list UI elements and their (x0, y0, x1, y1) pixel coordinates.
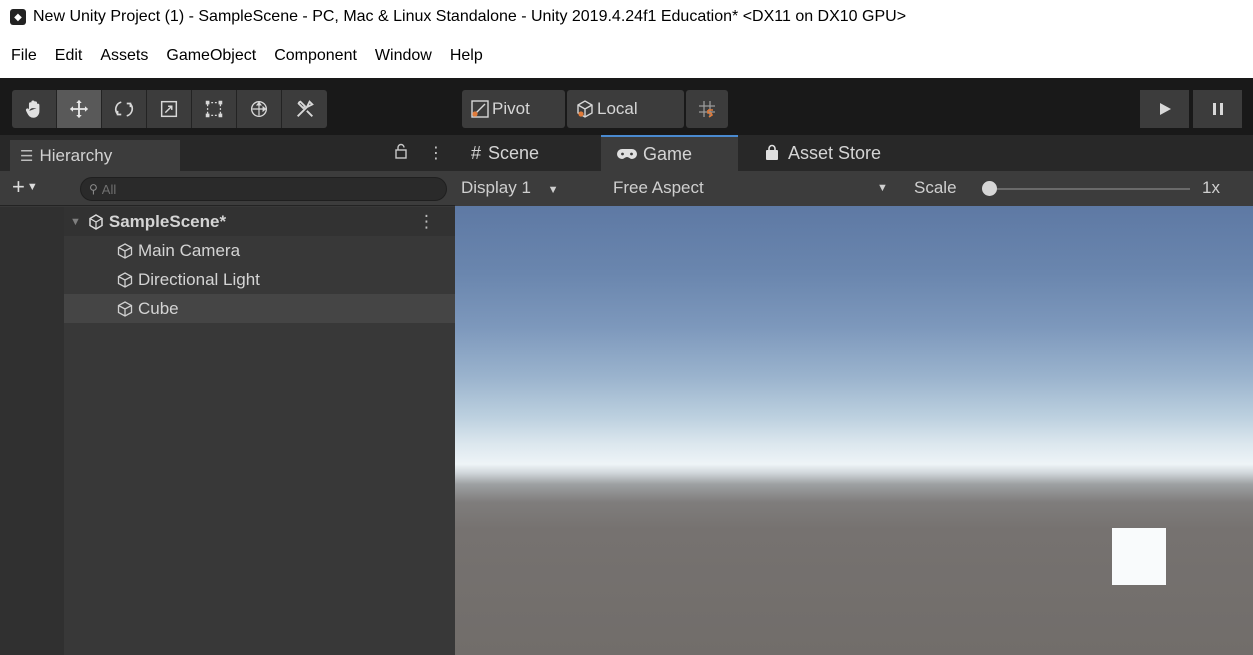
scale-value: 1x (1202, 178, 1220, 197)
hand-tool-button[interactable] (12, 90, 57, 128)
hand-tool-icon (25, 100, 40, 118)
scene-name: SampleScene* (108, 211, 227, 231)
gameobject-cube-icon (117, 242, 133, 259)
window-titlebar: ◆ New Unity Project (1) - SampleScene - … (0, 0, 1253, 34)
hierarchy-visibility-gutter (0, 207, 64, 655)
hierarchy-search-row: + ▼ ⚲ (0, 171, 455, 206)
move-tool-icon (69, 99, 89, 119)
transform-tool-icon (250, 100, 268, 118)
grid-snap-icon (699, 101, 715, 118)
rotate-tool-button[interactable] (102, 90, 147, 128)
aspect-label: Free Aspect (613, 178, 704, 197)
transform-tool-button[interactable] (237, 90, 282, 128)
tab-scene[interactable]: # Scene (455, 135, 601, 171)
menu-component[interactable]: Component (265, 47, 366, 65)
shopping-bag-icon (766, 144, 778, 160)
gameobject-cube-icon (117, 271, 133, 288)
menu-help[interactable]: Help (441, 47, 492, 65)
menu-window[interactable]: Window (366, 47, 441, 65)
scale-tool-icon (160, 100, 178, 118)
hierarchy-item-main-camera[interactable]: Main Camera (64, 236, 455, 265)
pivot-toggle-button[interactable]: Pivot (462, 90, 565, 128)
menu-assets[interactable]: Assets (91, 47, 157, 65)
hierarchy-list-icon: ☰ (20, 147, 34, 165)
grid-snap-button[interactable] (686, 90, 728, 128)
scene-row[interactable]: ▼ SampleScene* ⋮ (64, 207, 455, 236)
scale-label: Scale (914, 178, 957, 197)
hierarchy-item-directional-light[interactable]: Directional Light (64, 265, 455, 294)
menu-bar: File Edit Assets GameObject Component Wi… (0, 34, 1253, 78)
play-icon (1159, 103, 1171, 115)
custom-tool-button[interactable] (282, 90, 327, 128)
local-label: Local (597, 99, 638, 118)
hierarchy-item-label: Cube (138, 298, 179, 318)
view-tab-bar: # Scene Game Asset Store (455, 135, 1253, 171)
rect-tool-icon (205, 100, 223, 118)
transform-tools (12, 90, 327, 128)
unity-scene-icon (89, 213, 103, 230)
pivot-icon (471, 100, 489, 118)
display-dropdown[interactable]: Display 1 ▼ (461, 178, 559, 198)
hierarchy-panel: ☰ Hierarchy ⋮ +▼ ⚲ ▼ SampleScene* ⋮ Main… (0, 135, 455, 655)
scale-slider-track[interactable] (990, 188, 1190, 190)
tab-game[interactable]: Game (601, 135, 738, 171)
move-tool-button[interactable] (57, 90, 102, 128)
unity-logo-icon: ◆ (10, 9, 26, 25)
menu-edit[interactable]: Edit (46, 47, 92, 65)
game-viewport[interactable] (455, 206, 1253, 655)
tab-asset-store[interactable]: Asset Store (746, 135, 916, 171)
tab-hierarchy[interactable]: ☰ Hierarchy (10, 140, 180, 171)
play-button[interactable] (1140, 90, 1189, 128)
create-dropdown-button[interactable]: + ▼ (12, 176, 38, 198)
hierarchy-tab-label: Hierarchy (39, 145, 113, 165)
pause-icon (1212, 103, 1223, 115)
rect-tool-button[interactable] (192, 90, 237, 128)
hierarchy-item-cube[interactable]: Cube (64, 294, 455, 323)
lock-icon[interactable] (394, 143, 408, 164)
hierarchy-item-label: Directional Light (138, 269, 260, 289)
menu-gameobject[interactable]: GameObject (157, 47, 265, 65)
hierarchy-tab-bar: ☰ Hierarchy ⋮ (0, 135, 455, 171)
pivot-label: Pivot (492, 99, 530, 118)
menu-file[interactable]: File (2, 47, 46, 65)
local-space-icon (577, 100, 593, 118)
gamepad-icon (617, 149, 637, 159)
hierarchy-item-label: Main Camera (138, 240, 241, 260)
hierarchy-search-input[interactable] (101, 181, 422, 197)
custom-tool-icon (296, 100, 314, 117)
tab-asset-store-label: Asset Store (788, 142, 882, 163)
pause-button[interactable] (1193, 90, 1242, 128)
scale-slider-handle[interactable] (982, 181, 997, 196)
main-toolbar: Pivot Local (0, 78, 1253, 135)
scale-tool-button[interactable] (147, 90, 192, 128)
search-icon: ⚲ (89, 182, 98, 196)
scene-grid-icon: # (471, 142, 482, 163)
scene-kebab-icon[interactable]: ⋮ (418, 212, 435, 232)
display-label: Display 1 (461, 178, 531, 197)
tab-scene-label: Scene (488, 142, 540, 163)
hierarchy-search-field[interactable]: ⚲ (80, 177, 447, 201)
chevron-down-icon: ▼ (547, 184, 559, 196)
kebab-menu-icon[interactable]: ⋮ (428, 143, 444, 163)
aspect-dropdown[interactable]: Free Aspect ▼ (613, 178, 899, 198)
rotate-tool-icon (115, 101, 133, 117)
cube-object (1112, 528, 1166, 585)
expand-arrow-icon[interactable]: ▼ (70, 216, 81, 228)
window-title: New Unity Project (1) - SampleScene - PC… (33, 8, 907, 25)
chevron-down-icon: ▼ (877, 182, 888, 194)
tab-game-label: Game (643, 143, 693, 164)
local-toggle-button[interactable]: Local (567, 90, 684, 128)
gameobject-cube-icon (117, 300, 133, 317)
game-view-controls: Display 1 ▼ Free Aspect ▼ Scale 1x (455, 171, 1253, 206)
